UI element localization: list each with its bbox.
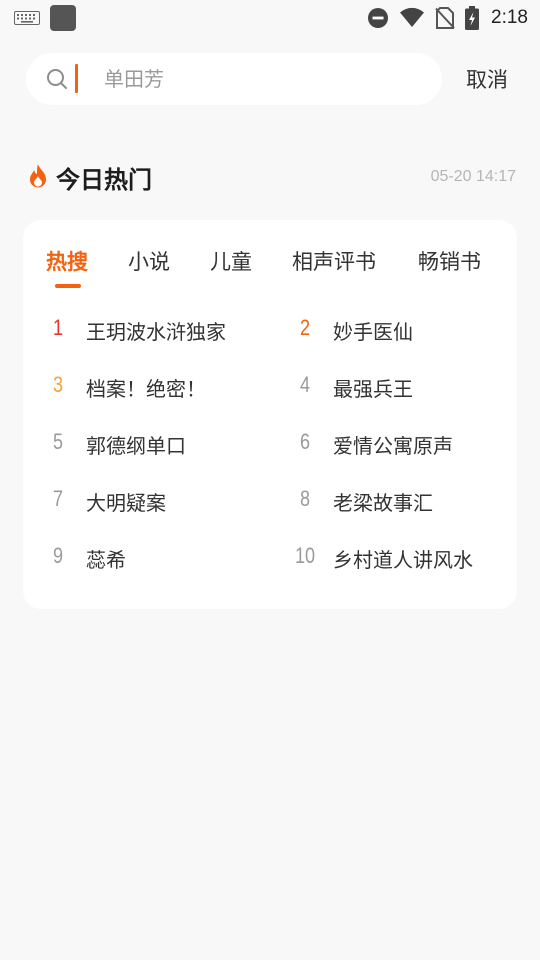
rank-title: 大明疑案 [86, 491, 166, 515]
tab-children[interactable]: 儿童 [210, 246, 252, 276]
ranking-item[interactable]: 2 妙手医仙 [288, 315, 508, 347]
cancel-button[interactable]: 取消 [466, 64, 508, 94]
search-icon [47, 69, 67, 89]
ranking-item[interactable]: 6 爱情公寓原声 [288, 429, 508, 461]
rank-title: 郭德纲单口 [86, 434, 186, 458]
ranking-item[interactable]: 9 蕊希 [41, 543, 261, 575]
rank-number: 1 [52, 315, 64, 340]
rank-number: 9 [52, 543, 64, 568]
ranking-item[interactable]: 7 大明疑案 [41, 486, 261, 518]
minus-circle-icon [368, 8, 389, 28]
tab-bestseller[interactable]: 畅销书 [418, 246, 481, 276]
section-title: 今日热门 [56, 166, 152, 194]
no-sim-icon [435, 7, 455, 29]
status-icons: 2:18 [367, 4, 528, 32]
rank-number: 5 [52, 429, 64, 454]
clock: 2:18 [491, 7, 528, 28]
rank-title: 乡村道人讲风水 [333, 548, 473, 572]
rank-title: 最强兵王 [333, 377, 413, 401]
rank-title: 蕊希 [86, 548, 126, 572]
app-icon [50, 5, 76, 31]
rank-number: 2 [299, 315, 311, 340]
ranking-item[interactable]: 5 郭德纲单口 [41, 429, 261, 461]
rank-number: 3 [52, 372, 64, 397]
keyboard-icon [14, 11, 40, 25]
rank-title: 爱情公寓原声 [333, 434, 453, 458]
rank-number: 10 [294, 543, 316, 568]
active-tab-indicator [55, 284, 81, 288]
text-caret [75, 64, 78, 93]
rank-number: 7 [52, 486, 64, 511]
fire-icon [30, 164, 46, 188]
rank-number: 4 [299, 372, 311, 397]
ranking-item[interactable]: 4 最强兵王 [288, 372, 508, 404]
tab-crosstalk[interactable]: 相声评书 [292, 246, 376, 276]
status-bar: 2:18 [0, 0, 540, 36]
ranking-item[interactable]: 1 王玥波水浒独家 [41, 315, 261, 347]
rank-number: 6 [299, 429, 311, 454]
rank-title: 妙手医仙 [333, 320, 413, 344]
search-screen: 2:18 取消 今日热门 05-20 14:17 热搜 小说 儿童 相声评书 畅… [0, 0, 540, 960]
ranking-item[interactable]: 8 老梁故事汇 [288, 486, 508, 518]
hot-list-card: 热搜 小说 儿童 相声评书 畅销书 1 王玥波水浒独家 2 妙手医仙 3 档案！… [23, 220, 517, 609]
tab-hot-search[interactable]: 热搜 [46, 246, 88, 276]
ranking-item[interactable]: 3 档案！绝密！ [41, 372, 261, 404]
wifi-icon [400, 7, 425, 27]
rank-title: 老梁故事汇 [333, 491, 433, 515]
category-tabs: 热搜 小说 儿童 相声评书 畅销书 [23, 220, 517, 290]
rank-number: 8 [299, 486, 311, 511]
tab-novel[interactable]: 小说 [128, 246, 170, 276]
rank-title: 档案！绝密！ [86, 377, 206, 401]
ranking-item[interactable]: 10 乡村道人讲风水 [288, 543, 508, 575]
search-bar[interactable] [26, 53, 442, 105]
battery-charging-icon [465, 6, 480, 30]
rank-title: 王玥波水浒独家 [86, 320, 226, 344]
search-input[interactable] [104, 66, 424, 92]
update-time: 05-20 14:17 [430, 168, 516, 185]
